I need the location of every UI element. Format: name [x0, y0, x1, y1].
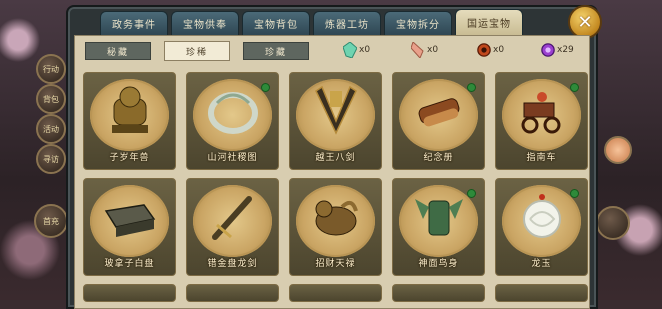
- subtab-rare[interactable]: 珍稀: [164, 41, 230, 61]
- close-button[interactable]: ✕: [568, 5, 602, 39]
- side-button-label: 寻访: [43, 154, 59, 164]
- side-button-right-bottom[interactable]: [596, 206, 630, 240]
- side-button-5[interactable]: 首充: [34, 204, 68, 238]
- side-button-3[interactable]: 活动: [36, 114, 66, 144]
- tab-treasure-offering[interactable]: 宝物供奉: [171, 11, 239, 35]
- item-name: 错金盘龙剑: [207, 259, 258, 269]
- gold-dagger-icon: [212, 196, 252, 240]
- item-name: 指南车: [526, 153, 557, 163]
- resource-pink-crystal: x0: [411, 42, 438, 58]
- treasure-card[interactable]: 招财天禄: [289, 178, 382, 276]
- bronze-beast-icon: [112, 86, 148, 133]
- item-name: 山河社稷图: [207, 153, 258, 163]
- side-button-label: 行动: [43, 64, 59, 74]
- treasure-card-partial[interactable]: [495, 284, 588, 302]
- treasure-grid: 子岁年兽 山河社稷图 越王八剑 纪念册 指南车 玻拿子白盘 错金盘龙剑 招财天禄…: [83, 72, 588, 302]
- subtab-bar: 秘藏 珍稀 珍藏: [85, 41, 309, 61]
- close-icon: ✕: [577, 11, 593, 33]
- treasure-panel: 政务事件 宝物供奉 宝物背包 炼器工坊 宝物拆分 国运宝物 ✕ 秘藏 珍稀 珍藏…: [66, 5, 602, 309]
- item-name: 越王八剑: [315, 153, 356, 163]
- new-indicator-dot: [467, 83, 476, 92]
- resource-count: x0: [359, 45, 371, 55]
- resource-green-crystal: x0: [343, 42, 370, 58]
- tab-forge-workshop[interactable]: 炼器工坊: [313, 11, 381, 35]
- item-name: 神面鸟身: [418, 259, 459, 269]
- treasure-card[interactable]: 玻拿子白盘: [83, 178, 176, 276]
- resource-count: x0: [427, 45, 439, 55]
- treasure-card-partial[interactable]: [186, 284, 279, 302]
- new-indicator-dot: [261, 83, 270, 92]
- tab-treasure-bag[interactable]: 宝物背包: [242, 11, 310, 35]
- item-name: 龙玉: [531, 259, 552, 269]
- green-crystal-icon: [343, 42, 357, 58]
- resource-count: x29: [557, 45, 574, 55]
- new-indicator-dot: [570, 189, 579, 198]
- treasure-card[interactable]: 指南车: [495, 72, 588, 170]
- new-indicator-dot: [467, 189, 476, 198]
- red-seal-icon: [477, 43, 491, 57]
- subtab-collection[interactable]: 珍藏: [243, 42, 309, 60]
- item-name: 玻拿子白盘: [104, 259, 155, 269]
- treasure-card-partial[interactable]: [392, 284, 485, 302]
- side-button-1[interactable]: 行动: [36, 54, 66, 84]
- treasure-card[interactable]: 神面鸟身: [392, 178, 485, 276]
- resource-count: x0: [493, 45, 505, 55]
- sword-bundle-icon: [315, 85, 357, 135]
- item-name: 子岁年兽: [109, 153, 150, 163]
- stone-box-icon: [104, 204, 156, 237]
- tab-government-events[interactable]: 政务事件: [100, 11, 168, 35]
- subtab-secret[interactable]: 秘藏: [85, 42, 151, 60]
- treasure-card[interactable]: 错金盘龙剑: [186, 178, 279, 276]
- side-button-label: 背包: [43, 94, 59, 104]
- tab-national-treasures[interactable]: 国运宝物: [455, 9, 523, 35]
- pink-crystal-icon: [411, 42, 424, 58]
- treasure-card[interactable]: 纪念册: [392, 72, 485, 170]
- tab-bar: 政务事件 宝物供奉 宝物背包 炼器工坊 宝物拆分 国运宝物: [100, 9, 523, 35]
- content-area: 秘藏 珍稀 珍藏 x0 x0 x0 x29 子岁年兽 山河社稷图 越王八剑 纪念…: [74, 35, 590, 309]
- treasure-card[interactable]: 子岁年兽: [83, 72, 176, 170]
- resource-red-seal: x0: [477, 42, 504, 58]
- resource-purple-lotus: x29: [541, 42, 574, 58]
- golden-beast-icon: [315, 200, 358, 236]
- treasure-card-partial[interactable]: [289, 284, 382, 302]
- side-button-label: 首充: [43, 216, 59, 226]
- tab-treasure-split[interactable]: 宝物拆分: [384, 11, 452, 35]
- side-button-label: 活动: [43, 124, 59, 134]
- new-indicator-dot: [570, 83, 579, 92]
- item-name: 纪念册: [423, 153, 454, 163]
- item-name: 招财天禄: [315, 259, 356, 269]
- side-button-4[interactable]: 寻访: [36, 144, 66, 174]
- purple-lotus-icon: [541, 43, 555, 57]
- side-button-right-top[interactable]: [604, 136, 632, 164]
- treasure-card[interactable]: 山河社稷图: [186, 72, 279, 170]
- treasure-card[interactable]: 越王八剑: [289, 72, 382, 170]
- side-button-2[interactable]: 背包: [36, 84, 66, 114]
- treasure-card-partial[interactable]: [83, 284, 176, 302]
- treasure-card[interactable]: 龙玉: [495, 178, 588, 276]
